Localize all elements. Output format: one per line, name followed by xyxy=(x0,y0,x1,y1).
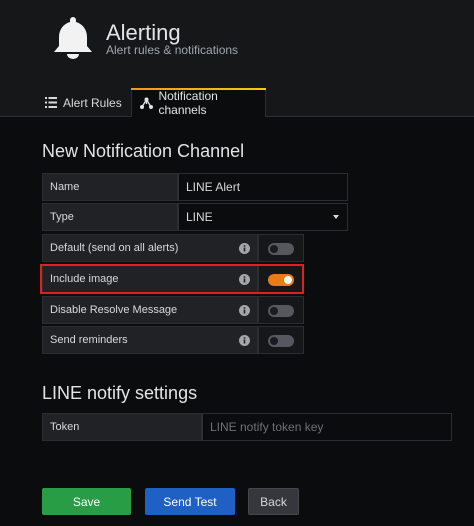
type-value: LINE xyxy=(186,210,213,224)
switch-cell xyxy=(258,296,304,324)
switch-cell xyxy=(258,326,304,354)
token-input[interactable]: LINE notify token key xyxy=(202,413,452,441)
type-label: Type xyxy=(42,203,178,231)
switch-label: Send reminders xyxy=(42,326,258,354)
switch-label-text: Include image xyxy=(50,273,119,285)
send-test-button[interactable]: Send Test xyxy=(145,488,235,515)
back-button[interactable]: Back xyxy=(248,488,299,515)
chevron-down-icon xyxy=(333,215,339,219)
switch-label-text: Send reminders xyxy=(50,334,128,346)
switch-cell xyxy=(258,265,304,293)
info-icon[interactable] xyxy=(239,243,250,254)
switch-row-include-image: Include image xyxy=(42,265,304,293)
disable-resolve-toggle[interactable] xyxy=(268,305,294,317)
send-reminders-toggle[interactable] xyxy=(268,335,294,347)
tab-notification-channels[interactable]: Notification channels xyxy=(131,88,266,117)
default-toggle[interactable] xyxy=(268,243,294,255)
toggle-knob xyxy=(270,337,278,345)
switch-label-text: Disable Resolve Message xyxy=(50,304,178,316)
switch-row-disable-resolve: Disable Resolve Message xyxy=(42,296,304,324)
save-button[interactable]: Save xyxy=(42,488,131,515)
token-label: Token xyxy=(42,413,202,441)
list-icon xyxy=(44,96,58,110)
switch-row-default: Default (send on all alerts) xyxy=(42,234,304,262)
switch-cell xyxy=(258,234,304,262)
toggle-knob xyxy=(270,245,278,253)
switch-label: Disable Resolve Message xyxy=(42,296,258,324)
switch-label: Include image xyxy=(42,265,258,293)
switch-row-send-reminders: Send reminders xyxy=(42,326,304,354)
tab-alert-rules[interactable]: Alert Rules xyxy=(44,88,128,117)
tab-label: Alert Rules xyxy=(63,95,122,110)
page-header: Alerting Alert rules & notifications Ale… xyxy=(0,0,474,117)
share-icon xyxy=(140,96,154,110)
name-label: Name xyxy=(42,173,178,201)
type-select[interactable]: LINE xyxy=(178,203,348,231)
switch-label-text: Default (send on all alerts) xyxy=(50,242,179,254)
toggle-knob xyxy=(284,276,292,284)
info-icon[interactable] xyxy=(239,335,250,346)
tab-label: Notification channels xyxy=(158,89,218,117)
name-value: LINE Alert xyxy=(186,180,241,194)
settings-heading: LINE notify settings xyxy=(42,383,198,403)
info-icon[interactable] xyxy=(239,305,250,316)
switch-label: Default (send on all alerts) xyxy=(42,234,258,262)
info-icon[interactable] xyxy=(239,274,250,285)
include-image-toggle[interactable] xyxy=(268,274,294,286)
page-subtitle: Alert rules & notifications xyxy=(106,43,239,57)
token-placeholder: LINE notify token key xyxy=(210,420,324,434)
form-heading: New Notification Channel xyxy=(42,141,245,161)
name-input[interactable]: LINE Alert xyxy=(178,173,348,201)
toggle-knob xyxy=(270,307,278,315)
bell-icon xyxy=(54,17,92,59)
